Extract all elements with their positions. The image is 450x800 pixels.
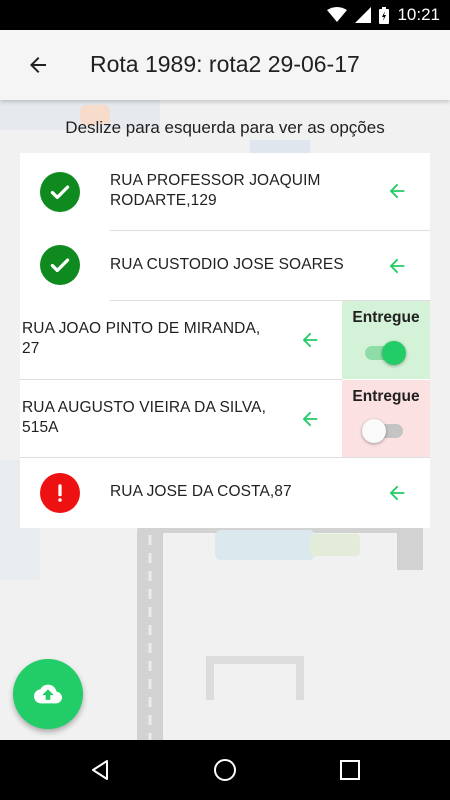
address-line-1: RUA JOAO PINTO DE MIRANDA, bbox=[22, 320, 261, 337]
swipe-left-arrow-icon bbox=[389, 183, 405, 199]
delivered-action-panel: Entregue bbox=[342, 380, 430, 457]
wifi-icon bbox=[327, 7, 348, 22]
list-item[interactable]: RUA PROFESSOR JOAQUIM RODARTE,129 bbox=[20, 153, 430, 230]
check-circle-icon bbox=[40, 245, 80, 285]
navigation-bar bbox=[0, 740, 450, 800]
list-item[interactable]: RUA CUSTODIO JOSE SOARES bbox=[20, 231, 430, 300]
address-text: RUA CUSTODIO JOSE SOARES bbox=[110, 255, 370, 275]
status-bar: 10:21 bbox=[0, 0, 450, 30]
nav-back-button[interactable] bbox=[84, 754, 116, 786]
cloud-upload-icon bbox=[34, 684, 62, 704]
back-button[interactable] bbox=[20, 47, 56, 83]
address-text: RUA JOSE DA COSTA,87 bbox=[110, 482, 370, 502]
address-line-1: RUA CUSTODIO JOSE SOARES bbox=[110, 256, 344, 273]
delivered-label: Entregue bbox=[352, 388, 420, 405]
list-item[interactable]: RUA JOSE DA COSTA,87 bbox=[20, 458, 430, 528]
status-time: 10:21 bbox=[397, 5, 440, 24]
address-line-2: 515A bbox=[22, 419, 59, 436]
swipe-left-arrow-icon bbox=[302, 411, 318, 427]
address-line-2: 27 bbox=[22, 340, 40, 357]
app-bar: Rota 1989: rota2 29-06-17 bbox=[0, 30, 450, 100]
address-line-2: RODARTE,129 bbox=[110, 192, 217, 209]
recents-square-icon bbox=[340, 760, 360, 780]
address-line-1: RUA AUGUSTO VIEIRA DA SILVA, bbox=[22, 399, 266, 416]
address-text: RUA PROFESSOR JOAQUIM RODARTE,129 bbox=[110, 171, 360, 211]
delivery-list: RUA PROFESSOR JOAQUIM RODARTE,129 RUA CU… bbox=[20, 153, 430, 528]
address-text: RUA JOAO PINTO DE MIRANDA, 27 bbox=[22, 319, 292, 359]
check-circle-icon bbox=[40, 172, 80, 212]
upload-fab-button[interactable] bbox=[13, 659, 83, 729]
battery-icon bbox=[379, 6, 390, 24]
list-item[interactable]: RUA JOAO PINTO DE MIRANDA, 27 Entregue bbox=[20, 301, 430, 379]
exclamation-circle-icon bbox=[40, 473, 80, 513]
toggle-thumb bbox=[382, 341, 406, 365]
nav-recents-button[interactable] bbox=[334, 754, 366, 786]
address-text: RUA AUGUSTO VIEIRA DA SILVA, 515A bbox=[22, 398, 292, 438]
signal-icon bbox=[355, 7, 372, 23]
swipe-hint: Deslize para esquerda para ver as opções bbox=[65, 118, 385, 137]
list-item[interactable]: RUA AUGUSTO VIEIRA DA SILVA, 515A Entreg… bbox=[20, 380, 430, 457]
delivered-action-panel: Entregue bbox=[342, 301, 430, 379]
page-title: Rota 1989: rota2 29-06-17 bbox=[90, 51, 360, 77]
swipe-left-arrow-icon bbox=[389, 485, 405, 501]
delivered-label: Entregue bbox=[352, 309, 420, 326]
home-circle-icon bbox=[214, 759, 236, 781]
delivered-toggle[interactable] bbox=[362, 416, 408, 446]
address-line-1: RUA PROFESSOR JOAQUIM bbox=[110, 172, 321, 189]
back-triangle-icon bbox=[92, 760, 108, 780]
nav-home-button[interactable] bbox=[209, 754, 241, 786]
swipe-left-arrow-icon bbox=[302, 332, 318, 348]
delivered-toggle[interactable] bbox=[362, 338, 408, 368]
arrow-back-icon bbox=[30, 57, 46, 73]
toggle-thumb bbox=[362, 419, 386, 443]
address-line-1: RUA JOSE DA COSTA,87 bbox=[110, 483, 292, 500]
swipe-left-arrow-icon bbox=[389, 258, 405, 274]
status-icons: 10:21 bbox=[327, 0, 440, 30]
